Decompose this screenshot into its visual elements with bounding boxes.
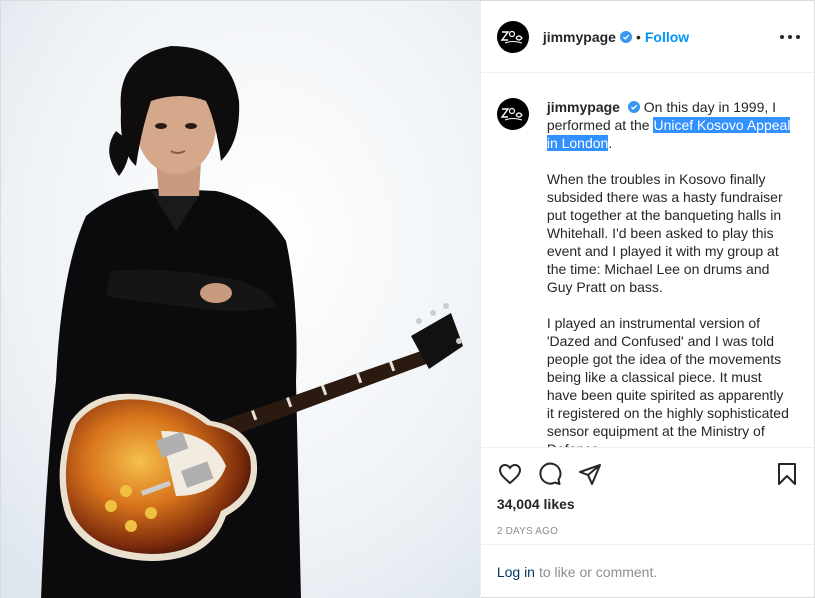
comments-area[interactable]: jimmypage On this day in 1999, I perform… <box>481 74 814 447</box>
instagram-post: jimmypage • Follow jimmypage On this day… <box>0 0 815 598</box>
separator-dot: • <box>635 28 641 45</box>
caption-paragraph-1: When the troubles in Kosovo finally subs… <box>546 171 783 295</box>
follow-button[interactable]: Follow <box>645 29 689 45</box>
caption-row: jimmypage On this day in 1999, I perform… <box>496 98 798 447</box>
post-sidebar: jimmypage • Follow jimmypage On this day… <box>479 1 814 598</box>
post-actions: 34,004 likes 2 DAYS AGO <box>480 447 814 545</box>
caption-text: jimmypage On this day in 1999, I perform… <box>546 98 792 447</box>
post-timestamp[interactable]: 2 DAYS AGO <box>497 526 798 537</box>
post-photo[interactable] <box>1 1 480 598</box>
zoso-logo-icon <box>500 30 523 43</box>
avatar[interactable] <box>496 20 529 53</box>
comment-icon[interactable] <box>537 461 563 487</box>
caption-paragraph-2: I played an instrumental version of 'Daz… <box>546 315 789 447</box>
caption-avatar[interactable] <box>496 98 529 130</box>
header-username[interactable]: jimmypage <box>543 29 616 45</box>
caption-intro-end: . <box>608 135 613 151</box>
bookmark-icon[interactable] <box>774 461 800 487</box>
post-header: jimmypage • Follow <box>480 1 814 73</box>
heart-icon[interactable] <box>497 461 523 487</box>
verified-badge-icon <box>627 101 640 113</box>
photo-illustration <box>1 1 480 598</box>
caption-username[interactable]: jimmypage <box>547 99 620 115</box>
share-icon[interactable] <box>577 461 603 487</box>
verified-badge-icon <box>619 30 632 43</box>
action-icons <box>497 448 798 500</box>
zoso-logo-icon <box>500 107 523 121</box>
login-prompt: Log in to like or comment. <box>480 544 814 598</box>
likes-count[interactable]: 34,004 likes <box>497 496 798 512</box>
login-prompt-text: to like or comment. <box>538 564 658 580</box>
login-link[interactable]: Log in <box>497 564 535 580</box>
more-options-icon[interactable] <box>780 27 800 47</box>
